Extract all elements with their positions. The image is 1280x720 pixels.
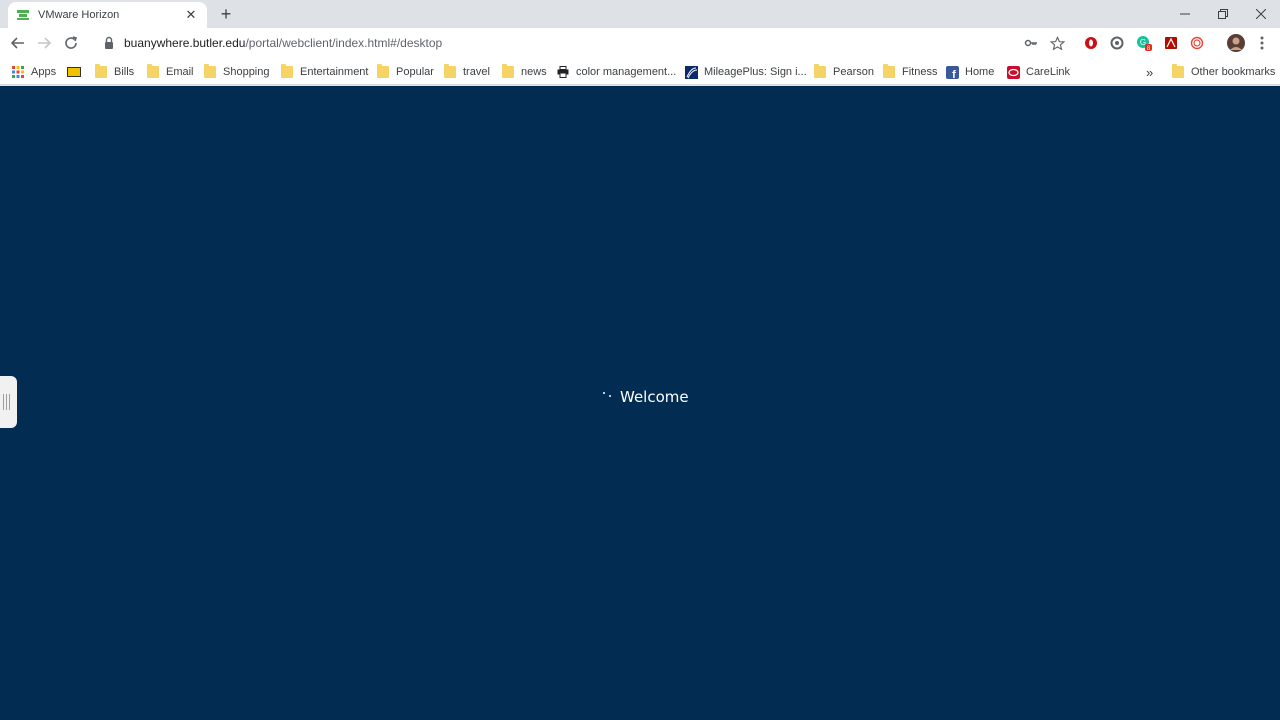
bookmark-folder-entertainment[interactable]: Entertainment [281, 63, 368, 81]
profile-avatar[interactable] [1226, 33, 1246, 53]
back-button[interactable] [8, 33, 28, 53]
forward-arrow-icon [38, 37, 51, 49]
bookmark-label: news [521, 66, 547, 78]
url-text: buanywhere.butler.edu/portal/webclient/i… [124, 36, 442, 50]
folder-icon [1172, 64, 1184, 78]
folder-icon [444, 64, 456, 78]
yellow-card-icon [67, 67, 81, 77]
back-arrow-icon [11, 37, 24, 49]
bookmark-label: travel [463, 66, 490, 78]
minimize-button[interactable] [1166, 0, 1204, 28]
welcome-status: Welcome [600, 388, 689, 406]
bookmark-label: CareLink [1026, 66, 1071, 78]
bookmark-carelink[interactable]: CareLink [1007, 63, 1070, 81]
url-host: buanywhere.butler.edu [124, 36, 246, 50]
reload-icon [65, 36, 78, 49]
tab-strip: VMware Horizon ✕ + [0, 0, 1280, 28]
bookmark-label: Pearson [833, 66, 874, 78]
welcome-text: Welcome [620, 388, 689, 406]
sidebar-toggle-handle[interactable] [0, 376, 17, 428]
forward-button[interactable] [34, 33, 54, 53]
united-icon [685, 66, 698, 79]
bookmark-folder-news[interactable]: news [502, 63, 547, 81]
carelink-icon [1007, 66, 1020, 79]
bookmarks-overflow-button[interactable]: » [1146, 63, 1153, 81]
browser-tab[interactable]: VMware Horizon ✕ [8, 2, 207, 28]
menu-kebab-icon[interactable] [1254, 35, 1270, 51]
bookmark-facebook-home[interactable]: f Home [946, 63, 994, 81]
bookmark-folder-fitness[interactable]: Fitness [883, 63, 937, 81]
folder-icon [377, 64, 389, 78]
bookmark-card[interactable] [67, 63, 81, 81]
bookmark-label: Apps [31, 66, 57, 78]
browser-toolbar: buanywhere.butler.edu/portal/webclient/i… [0, 28, 1280, 58]
bookmark-label: Fitness [902, 66, 938, 78]
star-bookmark-icon[interactable] [1049, 35, 1065, 51]
printer-icon [557, 66, 569, 78]
bookmark-folder-travel[interactable]: travel [444, 63, 490, 81]
new-tab-button[interactable]: + [216, 4, 236, 24]
pdf-extension-icon[interactable] [1163, 35, 1179, 51]
spiral-extension-icon[interactable] [1189, 35, 1205, 51]
bookmark-folder-popular[interactable]: Popular [377, 63, 434, 81]
bookmark-label: Entertainment [300, 66, 369, 78]
remote-desktop-viewport[interactable]: Welcome [0, 86, 1280, 720]
tab-title: VMware Horizon [38, 9, 120, 21]
bookmark-folder-bills[interactable]: Bills [95, 63, 134, 81]
bookmarks-bar: Apps Bills Email Shopping Entertainment … [0, 58, 1280, 85]
folder-icon [95, 64, 107, 78]
lock-icon [105, 36, 113, 49]
restore-button[interactable] [1204, 0, 1242, 28]
bookmark-color-management[interactable]: color management... [557, 63, 676, 81]
svg-text:f: f [952, 69, 956, 79]
key-icon[interactable] [1023, 35, 1039, 51]
opera-extension-icon[interactable] [1083, 35, 1099, 51]
bookmark-label: Email [166, 66, 194, 78]
folder-icon [814, 64, 826, 78]
bookmark-label: Bills [114, 66, 135, 78]
folder-icon [204, 64, 216, 78]
other-bookmarks-label: Other bookmarks [1191, 66, 1276, 78]
grammarly-extension-icon[interactable]: G8 [1136, 35, 1152, 51]
reload-button[interactable] [61, 33, 81, 53]
circle-extension-icon[interactable] [1109, 35, 1125, 51]
folder-icon [502, 64, 514, 78]
address-bar[interactable]: buanywhere.butler.edu/portal/webclient/i… [96, 31, 1071, 55]
bookmark-apps[interactable]: Apps [12, 63, 56, 81]
close-window-button[interactable] [1242, 0, 1280, 28]
url-path: /portal/webclient/index.html#/desktop [245, 36, 443, 50]
bookmark-label: color management... [576, 66, 677, 78]
bookmark-folder-shopping[interactable]: Shopping [204, 63, 270, 81]
folder-icon [883, 64, 895, 78]
loading-spinner-icon [600, 389, 616, 405]
folder-icon [281, 64, 293, 78]
bookmark-mileageplus[interactable]: MileagePlus: Sign i... [685, 63, 807, 81]
bookmark-folder-pearson[interactable]: Pearson [814, 63, 874, 81]
close-tab-icon[interactable]: ✕ [183, 7, 199, 23]
facebook-icon: f [946, 66, 959, 81]
bookmark-label: Popular [396, 66, 434, 78]
bookmark-label: MileagePlus: Sign i... [704, 66, 807, 78]
vmware-horizon-icon [16, 8, 30, 22]
bookmark-folder-email[interactable]: Email [147, 63, 194, 81]
bookmark-label: Home [965, 66, 995, 78]
folder-icon [147, 64, 159, 78]
bookmark-label: Shopping [223, 66, 270, 78]
other-bookmarks[interactable]: Other bookmarks [1172, 63, 1275, 81]
apps-grid-icon [12, 66, 24, 78]
